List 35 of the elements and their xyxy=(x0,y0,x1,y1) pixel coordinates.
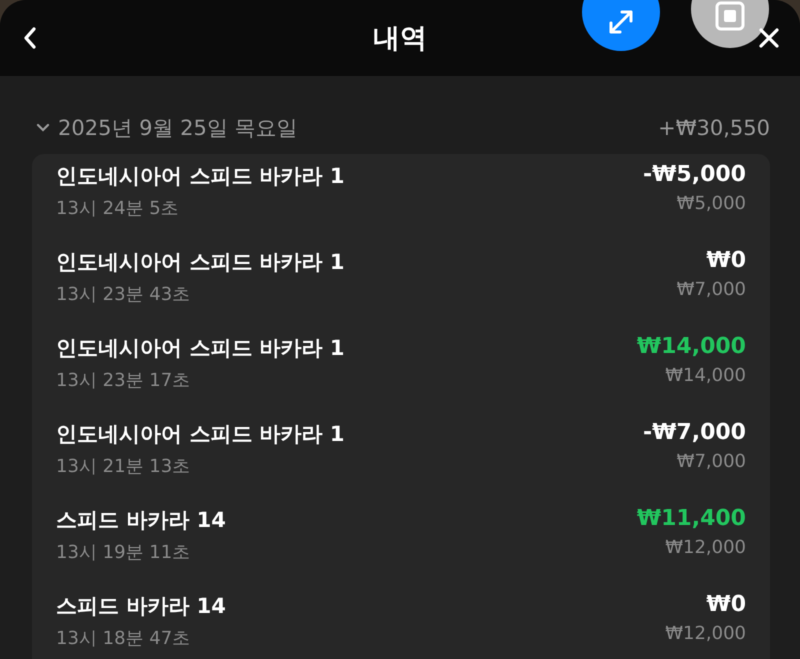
game-name: 인도네시아어 스피드 바카라 1 xyxy=(56,335,345,362)
transaction-row[interactable]: 스피드 바카라 14 13시 18분 47초 ₩0 ₩12,000 xyxy=(56,592,746,659)
stake-amount: ₩7,000 xyxy=(676,279,746,300)
transaction-row[interactable]: 인도네시아어 스피드 바카라 1 13시 21분 13초 -₩7,000 ₩7,000 xyxy=(56,420,746,506)
chevron-down-icon xyxy=(36,123,50,133)
stake-amount: ₩5,000 xyxy=(676,193,746,214)
transaction-row[interactable]: 인도네시아어 스피드 바카라 1 13시 24분 5초 -₩5,000 ₩5,000 xyxy=(56,162,746,248)
bet-time: 13시 19분 11초 xyxy=(56,541,192,564)
transaction-row[interactable]: 스피드 바카라 14 13시 19분 11초 ₩11,400 ₩12,000 xyxy=(56,506,746,592)
date-group-toggle[interactable]: 2025년 9월 25일 목요일 xyxy=(32,114,298,142)
result-amount: -₩7,000 xyxy=(643,420,746,445)
game-name: 스피드 바카라 14 xyxy=(56,507,226,534)
game-name: 인도네시아어 스피드 바카라 1 xyxy=(56,163,345,190)
result-amount: -₩5,000 xyxy=(643,162,746,187)
transaction-row[interactable]: 인도네시아어 스피드 바카라 1 13시 23분 17초 ₩14,000 ₩14,000 xyxy=(56,334,746,420)
daily-total: +₩30,550 xyxy=(658,116,770,140)
close-button[interactable] xyxy=(757,26,781,50)
game-name: 인도네시아어 스피드 바카라 1 xyxy=(56,421,345,448)
game-name: 인도네시아어 스피드 바카라 1 xyxy=(56,249,345,276)
bet-time: 13시 24분 5초 xyxy=(56,197,180,220)
result-amount: ₩0 xyxy=(706,592,746,617)
bet-time: 13시 23분 17초 xyxy=(56,369,192,392)
result-amount: ₩11,400 xyxy=(636,506,746,531)
game-name: 스피드 바카라 14 xyxy=(56,593,226,620)
stake-amount: ₩12,000 xyxy=(665,537,746,558)
page-title: 내역 xyxy=(373,22,427,56)
transaction-row[interactable]: 인도네시아어 스피드 바카라 1 13시 23분 43초 ₩0 ₩7,000 xyxy=(56,248,746,334)
stake-amount: ₩12,000 xyxy=(665,623,746,644)
stake-amount: ₩7,000 xyxy=(676,451,746,472)
stake-amount: ₩14,000 xyxy=(665,365,746,386)
bet-time: 13시 18분 47초 xyxy=(56,627,192,650)
result-amount: ₩0 xyxy=(706,248,746,273)
result-amount: ₩14,000 xyxy=(636,334,746,359)
bet-time: 13시 21분 13초 xyxy=(56,455,192,478)
bet-time: 13시 23분 43초 xyxy=(56,283,192,306)
